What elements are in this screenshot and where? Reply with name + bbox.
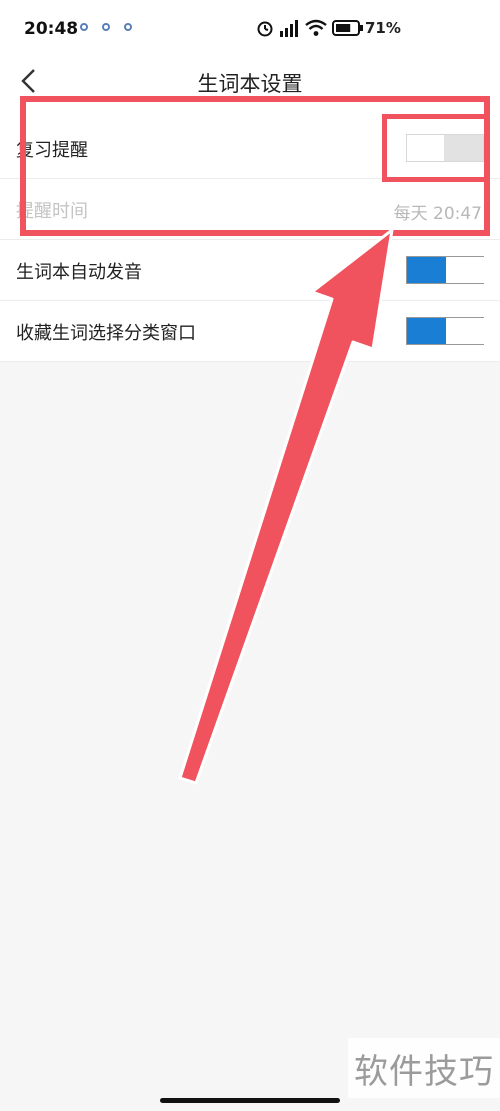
watermark: 软件技巧: [348, 1038, 500, 1098]
annotation-arrow-icon: [178, 228, 394, 785]
home-indicator[interactable]: [160, 1098, 340, 1103]
